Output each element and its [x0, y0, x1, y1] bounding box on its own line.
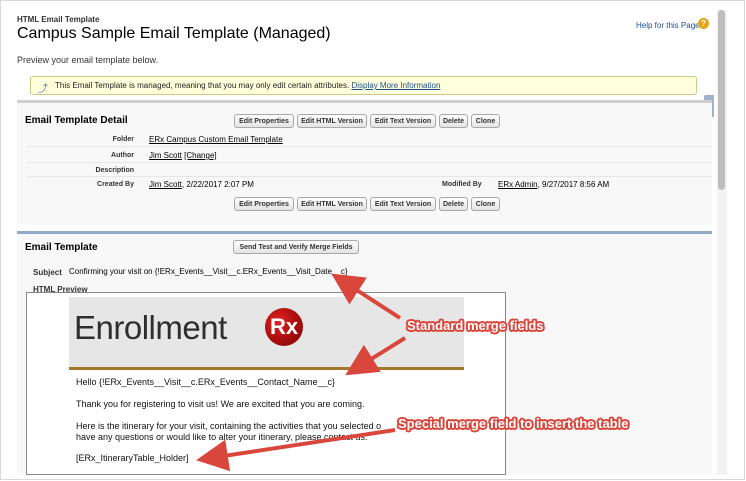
- scrollbar[interactable]: [717, 10, 727, 475]
- scrollbar-thumb[interactable]: [718, 10, 725, 190]
- arrow-to-subject: [331, 273, 402, 320]
- annotation-special: Special merge field to insert the table: [398, 416, 629, 431]
- arrow-to-merge-table: [196, 428, 396, 472]
- annotation-standard: Standard merge fields: [407, 318, 544, 333]
- arrow-to-greeting: [345, 336, 407, 376]
- annotation-arrows: [196, 273, 407, 472]
